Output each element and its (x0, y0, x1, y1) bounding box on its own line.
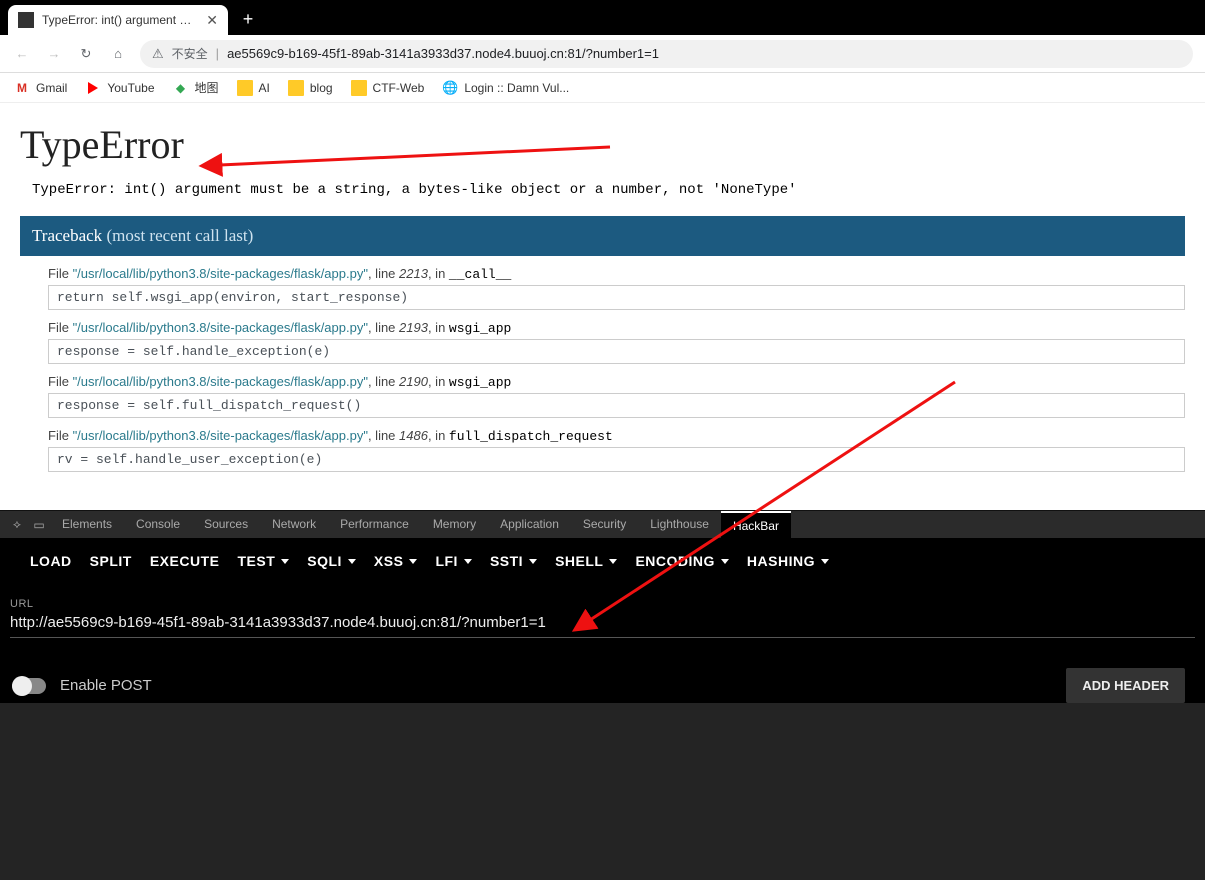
devtools-tab-application[interactable]: Application (488, 511, 571, 539)
bookmark-label: AI (259, 81, 270, 95)
hackbar-hashing-menu[interactable]: HASHING (747, 553, 829, 569)
chevron-down-icon (609, 559, 617, 564)
chevron-down-icon (529, 559, 537, 564)
traceback-frame: File "/usr/local/lib/python3.8/site-pack… (48, 266, 1185, 310)
hackbar-lfi-menu[interactable]: LFI (435, 553, 472, 569)
folder-icon (237, 80, 253, 96)
hackbar-toolbar: LOAD SPLIT EXECUTE TEST SQLI XSS LFI SSTI SHELL E… (0, 538, 1205, 584)
page-title: TypeError (20, 121, 1185, 168)
hackbar-execute-button[interactable]: EXECUTE (150, 553, 220, 569)
devtools-tab-console[interactable]: Console (124, 511, 192, 539)
bookmark-ai[interactable]: AI (237, 80, 270, 96)
url-input[interactable]: http://ae5569c9-b169-45f1-89ab-3141a3933… (10, 610, 1195, 638)
enable-post-label: Enable POST (60, 677, 152, 694)
traceback-frame: File "/usr/local/lib/python3.8/site-pack… (48, 320, 1185, 364)
bookmark-blog[interactable]: blog (288, 80, 333, 96)
devtools-tab-memory[interactable]: Memory (421, 511, 488, 539)
new-tab-button[interactable]: + (234, 5, 262, 33)
bookmark-label: CTF-Web (373, 81, 425, 95)
frame-code[interactable]: response = self.handle_exception(e) (48, 339, 1185, 364)
devtools-tab-security[interactable]: Security (571, 511, 638, 539)
bookmark-dvwa[interactable]: Login :: Damn Vul... (442, 80, 569, 96)
hackbar-ssti-menu[interactable]: SSTI (490, 553, 537, 569)
enable-post-toggle[interactable] (12, 678, 46, 694)
forward-icon[interactable]: → (44, 44, 64, 64)
bookmarks-bar: Gmail YouTube 地图 AI blog CTF-Web Login :… (0, 73, 1205, 103)
devtools-tab-performance[interactable]: Performance (328, 511, 421, 539)
devtools-tab-elements[interactable]: Elements (50, 511, 124, 539)
devtools-tabs: ⟡ ▭ ElementsConsoleSourcesNetworkPerform… (0, 510, 1205, 538)
tab-title: TypeError: int() argument mus (42, 13, 198, 27)
maps-icon (173, 80, 189, 96)
favicon-icon (18, 12, 34, 28)
devtools-tab-hackbar[interactable]: HackBar (721, 511, 791, 539)
devtools-tab-sources[interactable]: Sources (192, 511, 260, 539)
folder-icon (288, 80, 304, 96)
hackbar-load-button[interactable]: LOAD (30, 553, 72, 569)
bookmark-gmail[interactable]: Gmail (14, 80, 67, 96)
device-icon[interactable]: ▭ (28, 518, 50, 532)
chevron-down-icon (721, 559, 729, 564)
bookmark-maps[interactable]: 地图 (173, 79, 219, 96)
devtools-tabs-list: ElementsConsoleSourcesNetworkPerformance… (50, 511, 791, 539)
frame-code[interactable]: return self.wsgi_app(environ, start_resp… (48, 285, 1185, 310)
frame-location: File "/usr/local/lib/python3.8/site-pack… (48, 428, 1185, 444)
error-text: TypeError: int() argument must be a stri… (32, 182, 1185, 198)
chevron-down-icon (348, 559, 356, 564)
separator-icon: | (216, 46, 219, 61)
hackbar-test-menu[interactable]: TEST (237, 553, 289, 569)
add-header-button[interactable]: ADD HEADER (1066, 668, 1185, 703)
page-content: TypeError TypeError: int() argument must… (0, 103, 1205, 510)
hackbar-shell-menu[interactable]: SHELL (555, 553, 617, 569)
bookmark-label: 地图 (195, 79, 219, 96)
chevron-down-icon (409, 559, 417, 564)
hackbar-encoding-menu[interactable]: ENCODING (635, 553, 728, 569)
insecure-icon: ⚠ (152, 46, 164, 62)
frame-code[interactable]: response = self.full_dispatch_request() (48, 393, 1185, 418)
traceback-note: (most recent call last) (106, 226, 253, 245)
bookmark-youtube[interactable]: YouTube (85, 80, 154, 96)
frame-location: File "/usr/local/lib/python3.8/site-pack… (48, 266, 1185, 282)
traceback-frame: File "/usr/local/lib/python3.8/site-pack… (48, 428, 1185, 472)
gmail-icon (14, 80, 30, 96)
reload-icon[interactable]: ↻ (76, 44, 96, 64)
bookmark-label: Gmail (36, 81, 67, 95)
hackbar-split-button[interactable]: SPLIT (90, 553, 132, 569)
traceback-frame: File "/usr/local/lib/python3.8/site-pack… (48, 374, 1185, 418)
home-icon[interactable]: ⌂ (108, 44, 128, 64)
chevron-down-icon (821, 559, 829, 564)
folder-icon (351, 80, 367, 96)
browser-tabstrip: TypeError: int() argument mus ✕ + (0, 0, 1205, 35)
hackbar-sqli-menu[interactable]: SQLI (307, 553, 356, 569)
traceback-header: Traceback (most recent call last) (20, 216, 1185, 256)
inspect-icon[interactable]: ⟡ (6, 517, 28, 532)
frame-location: File "/usr/local/lib/python3.8/site-pack… (48, 374, 1185, 390)
back-icon[interactable]: ← (12, 44, 32, 64)
traceback-frames: File "/usr/local/lib/python3.8/site-pack… (20, 266, 1185, 472)
bookmark-label: Login :: Damn Vul... (464, 81, 569, 95)
youtube-icon (85, 80, 101, 96)
bookmark-label: YouTube (107, 81, 154, 95)
chevron-down-icon (281, 559, 289, 564)
frame-code[interactable]: rv = self.handle_user_exception(e) (48, 447, 1185, 472)
traceback-label: Traceback (32, 226, 102, 245)
hackbar-xss-menu[interactable]: XSS (374, 553, 418, 569)
url-label: URL (10, 598, 1195, 610)
address-bar: ← → ↻ ⌂ ⚠ 不安全 | ae5569c9-b169-45f1-89ab-… (0, 35, 1205, 73)
browser-tab-active[interactable]: TypeError: int() argument mus ✕ (8, 5, 228, 35)
devtools-tab-network[interactable]: Network (260, 511, 328, 539)
chevron-down-icon (464, 559, 472, 564)
hackbar-body: URL http://ae5569c9-b169-45f1-89ab-3141a… (0, 584, 1205, 703)
insecure-label: 不安全 (172, 45, 208, 62)
bookmark-ctfweb[interactable]: CTF-Web (351, 80, 425, 96)
omnibox[interactable]: ⚠ 不安全 | ae5569c9-b169-45f1-89ab-3141a393… (140, 40, 1193, 68)
globe-icon (442, 80, 458, 96)
devtools-tab-lighthouse[interactable]: Lighthouse (638, 511, 721, 539)
bookmark-label: blog (310, 81, 333, 95)
frame-location: File "/usr/local/lib/python3.8/site-pack… (48, 320, 1185, 336)
close-icon[interactable]: ✕ (206, 12, 218, 29)
devtools-panel: ⟡ ▭ ElementsConsoleSourcesNetworkPerform… (0, 510, 1205, 880)
omnibox-url: ae5569c9-b169-45f1-89ab-3141a3933d37.nod… (227, 46, 1181, 61)
